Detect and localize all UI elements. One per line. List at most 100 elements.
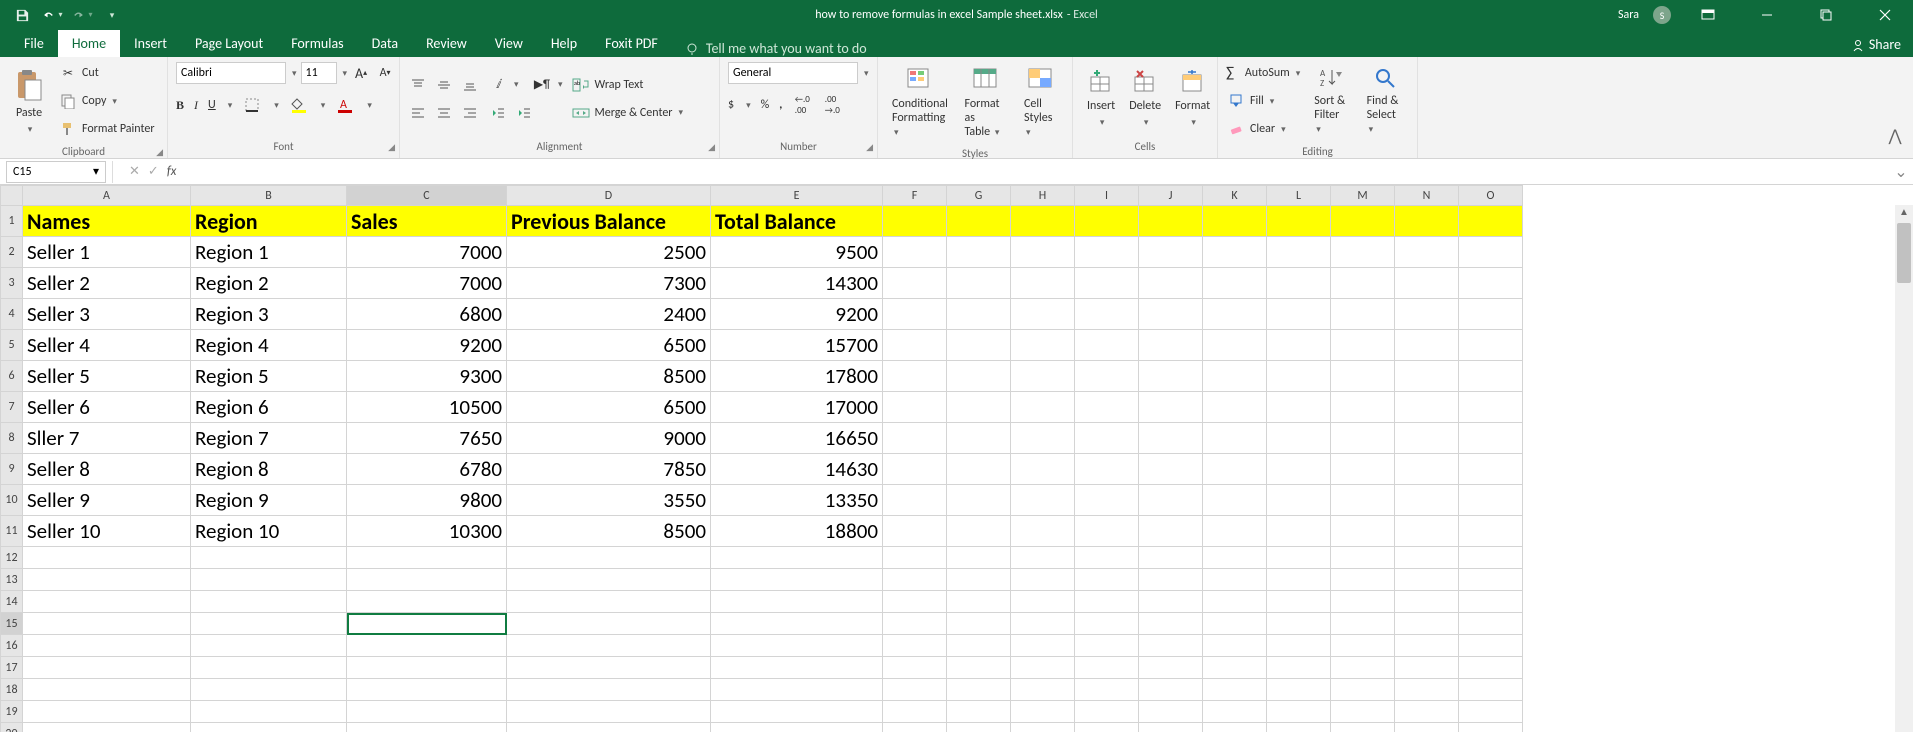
col-header-O[interactable]: O [1459, 186, 1523, 206]
tab-page-layout[interactable]: Page Layout [181, 30, 277, 57]
tab-data[interactable]: Data [358, 30, 412, 57]
ltr-icon[interactable]: ▶¶ [532, 75, 552, 95]
cell-E4[interactable]: 9200 [711, 299, 883, 330]
cell-M15[interactable] [1331, 613, 1395, 635]
cell-empty[interactable] [1459, 299, 1523, 330]
cell-B14[interactable] [191, 591, 347, 613]
cell-K20[interactable] [1203, 723, 1267, 732]
cell-E20[interactable] [711, 723, 883, 732]
close-icon[interactable] [1862, 0, 1907, 30]
cell-empty[interactable] [1267, 361, 1331, 392]
align-middle-icon[interactable] [434, 75, 454, 95]
cell-empty[interactable] [1203, 361, 1267, 392]
cell-L15[interactable] [1267, 613, 1331, 635]
cell-L16[interactable] [1267, 635, 1331, 657]
cell-E13[interactable] [711, 569, 883, 591]
cell-empty[interactable] [1331, 454, 1395, 485]
cell-empty[interactable] [1075, 423, 1139, 454]
cell-empty[interactable] [1011, 237, 1075, 268]
dialog-launcher-icon[interactable]: ◢ [708, 142, 715, 153]
cell-J18[interactable] [1139, 679, 1203, 701]
cell-empty[interactable] [883, 485, 947, 516]
cell-E3[interactable]: 14300 [711, 268, 883, 299]
cell-F14[interactable] [883, 591, 947, 613]
cell-L20[interactable] [1267, 723, 1331, 732]
cell-empty[interactable] [1459, 237, 1523, 268]
col-header-I[interactable]: I [1075, 186, 1139, 206]
cell-empty[interactable] [1139, 423, 1203, 454]
cell-I19[interactable] [1075, 701, 1139, 723]
cell-B20[interactable] [191, 723, 347, 732]
align-center-icon[interactable] [434, 103, 454, 123]
cell-empty[interactable] [1075, 237, 1139, 268]
cell-C19[interactable] [347, 701, 507, 723]
cell-F12[interactable] [883, 547, 947, 569]
cell-K18[interactable] [1203, 679, 1267, 701]
cell-E5[interactable]: 15700 [711, 330, 883, 361]
dialog-launcher-icon[interactable]: ◢ [866, 142, 873, 153]
chevron-down-icon[interactable]: ▾ [746, 100, 751, 111]
cell-E12[interactable] [711, 547, 883, 569]
row-header[interactable]: 12 [1, 547, 23, 569]
name-box[interactable]: C15 ▾ [6, 161, 106, 183]
row-header[interactable]: 13 [1, 569, 23, 591]
cell-empty[interactable] [1075, 454, 1139, 485]
cell-D16[interactable] [507, 635, 711, 657]
cell-empty[interactable] [1395, 485, 1459, 516]
border-icon[interactable] [242, 95, 262, 115]
cell-J14[interactable] [1139, 591, 1203, 613]
conditional-formatting-button[interactable]: ConditionalFormatting ▾ [886, 61, 954, 143]
cell-E2[interactable]: 9500 [711, 237, 883, 268]
cell-J17[interactable] [1139, 657, 1203, 679]
cell-B9[interactable]: Region 8 [191, 454, 347, 485]
cell-C18[interactable] [347, 679, 507, 701]
cell-empty[interactable] [947, 268, 1011, 299]
cell-C6[interactable]: 9300 [347, 361, 507, 392]
cell-empty[interactable] [1395, 392, 1459, 423]
cell-E11[interactable]: 18800 [711, 516, 883, 547]
cell-I20[interactable] [1075, 723, 1139, 732]
tab-review[interactable]: Review [412, 30, 481, 57]
cell-M20[interactable] [1331, 723, 1395, 732]
cell-empty[interactable] [1459, 485, 1523, 516]
cell-empty[interactable] [1011, 268, 1075, 299]
cell-N12[interactable] [1395, 547, 1459, 569]
cell-M16[interactable] [1331, 635, 1395, 657]
row-header[interactable]: 11 [1, 516, 23, 547]
cell-empty[interactable] [1459, 268, 1523, 299]
chevron-down-icon[interactable]: ▾ [367, 100, 372, 111]
cell-empty[interactable] [1139, 485, 1203, 516]
scroll-thumb[interactable] [1897, 223, 1911, 283]
cell-C4[interactable]: 6800 [347, 299, 507, 330]
cell-B2[interactable]: Region 1 [191, 237, 347, 268]
fill-color-icon[interactable] [289, 95, 309, 115]
tab-view[interactable]: View [481, 30, 537, 57]
cell-empty[interactable] [1395, 206, 1459, 237]
cell-M12[interactable] [1331, 547, 1395, 569]
cell-D14[interactable] [507, 591, 711, 613]
cut-button[interactable]: ✂Cut [58, 61, 155, 85]
clear-button[interactable]: Clear▾ [1226, 117, 1300, 141]
row-header[interactable]: 9 [1, 454, 23, 485]
cell-C20[interactable] [347, 723, 507, 732]
cell-styles-button[interactable]: CellStyles ▾ [1018, 61, 1064, 143]
cell-C2[interactable]: 7000 [347, 237, 507, 268]
format-cells-button[interactable]: Format▾ [1169, 65, 1216, 132]
dialog-launcher-icon[interactable]: ◢ [156, 147, 163, 158]
cell-I14[interactable] [1075, 591, 1139, 613]
chevron-down-icon[interactable]: ▾ [93, 164, 99, 179]
cell-empty[interactable] [1267, 237, 1331, 268]
cell-E17[interactable] [711, 657, 883, 679]
cell-E15[interactable] [711, 613, 883, 635]
cell-C12[interactable] [347, 547, 507, 569]
cell-empty[interactable] [1075, 268, 1139, 299]
cell-empty[interactable] [1139, 237, 1203, 268]
cell-C13[interactable] [347, 569, 507, 591]
cell-empty[interactable] [1075, 361, 1139, 392]
cell-empty[interactable] [1267, 516, 1331, 547]
cell-A2[interactable]: Seller 1 [23, 237, 191, 268]
cell-empty[interactable] [1267, 268, 1331, 299]
cell-D9[interactable]: 7850 [507, 454, 711, 485]
cell-empty[interactable] [1011, 361, 1075, 392]
align-top-icon[interactable] [408, 75, 428, 95]
